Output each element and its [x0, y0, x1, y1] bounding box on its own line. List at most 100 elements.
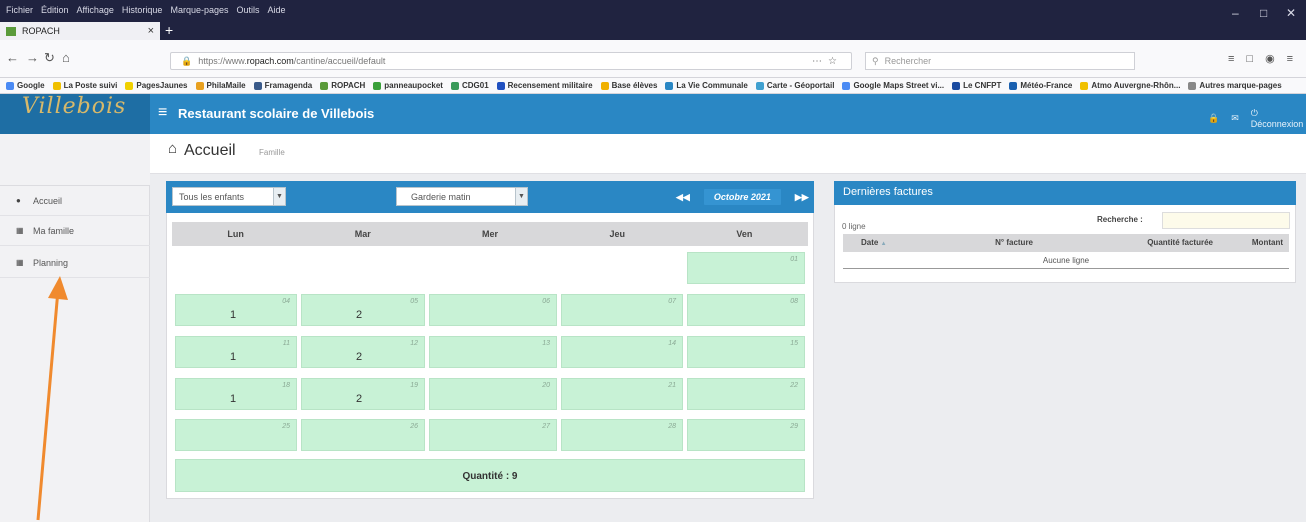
menu-fichier[interactable]: Fichier: [6, 5, 33, 15]
bookmark-item[interactable]: La Poste suivi: [52, 81, 117, 90]
calendar-day-cell[interactable]: 28: [561, 419, 683, 451]
bookmark-item[interactable]: Carte - Géoportail: [755, 81, 834, 90]
sidebar-item-ma-famille[interactable]: ▦ Ma famille: [0, 216, 150, 246]
calendar-day-cell[interactable]: 27: [429, 419, 557, 451]
col-montant[interactable]: Montant: [1213, 234, 1283, 252]
browser-search-input[interactable]: ⚲ Rechercher: [865, 52, 1135, 70]
day-number: 11: [282, 340, 290, 347]
child-select[interactable]: Tous les enfants ▼: [172, 187, 286, 206]
calendar-day-cell[interactable]: 22: [687, 378, 805, 410]
calendar-day-cell[interactable]: 07: [561, 294, 683, 326]
mail-icon[interactable]: ✉: [1231, 113, 1239, 124]
back-icon[interactable]: ←: [6, 50, 19, 65]
calendar-day-cell[interactable]: 08: [687, 294, 805, 326]
day-number: 28: [668, 423, 676, 430]
invoices-table-header: Date ▲ N° facture Quantité facturée Mont…: [843, 234, 1289, 252]
calendar-day-cell[interactable]: 05 2: [301, 294, 425, 326]
new-tab-icon[interactable]: +: [165, 22, 173, 38]
day-number: 29: [790, 423, 798, 430]
calendar-day-cell[interactable]: 12 2: [301, 336, 425, 368]
menu-affichage[interactable]: Affichage: [77, 5, 114, 15]
menu-edition[interactable]: Édition: [41, 5, 69, 15]
tab-close-icon[interactable]: ×: [148, 25, 154, 37]
meal-select-value: Garderie matin: [411, 191, 471, 202]
reload-icon[interactable]: ↻: [44, 50, 55, 66]
app-title: Restaurant scolaire de Villebois: [178, 106, 375, 121]
minimize-icon[interactable]: –: [1232, 6, 1239, 20]
home-nav-icon[interactable]: ⌂: [62, 50, 70, 65]
logo[interactable]: Villebois: [22, 94, 126, 119]
menu-marque-pages[interactable]: Marque-pages: [170, 5, 228, 15]
calendar-day-cell[interactable]: 18 1: [175, 378, 297, 410]
calendar-day-cell[interactable]: 15: [687, 336, 805, 368]
toolbar-icons[interactable]: ≡□◉≡: [1228, 52, 1305, 65]
bookmark-item[interactable]: ROPACH: [320, 81, 365, 90]
meal-select[interactable]: Garderie matin ▼: [396, 187, 528, 206]
close-window-icon[interactable]: ✕: [1286, 6, 1296, 20]
calendar-day-cell[interactable]: 06: [429, 294, 557, 326]
day-number: 06: [542, 298, 550, 305]
bookmark-item[interactable]: Autres marque-pages: [1188, 81, 1282, 90]
bookmark-item[interactable]: PhilaMaile: [195, 81, 246, 90]
lock-user-icon[interactable]: 🔒: [1208, 113, 1219, 124]
calendar-day-cell[interactable]: 11 1: [175, 336, 297, 368]
day-number: 27: [542, 423, 550, 430]
logout-button[interactable]: ⏻ Déconnexion: [1251, 108, 1306, 129]
col-numero[interactable]: N° facture: [923, 234, 1033, 252]
day-number: 14: [668, 340, 676, 347]
maximize-icon[interactable]: □: [1260, 6, 1267, 20]
calendar-day-cell[interactable]: 13: [429, 336, 557, 368]
bookmark-item[interactable]: Atmo Auvergne-Rhôn...: [1080, 81, 1180, 90]
forward-icon[interactable]: →: [26, 50, 39, 65]
bookmark-item[interactable]: panneaupocket: [373, 81, 443, 90]
previous-month-icon[interactable]: ◀◀: [676, 192, 690, 203]
url-bar[interactable]: 🔒 https://www. ropach.com/cantine/accueil…: [170, 52, 852, 70]
next-month-icon[interactable]: ▶▶: [795, 192, 809, 203]
bookmark-item[interactable]: Recensement militaire: [496, 81, 593, 90]
sidebar-item-accueil[interactable]: ● Accueil: [0, 186, 150, 216]
calendar-day-cell[interactable]: 04 1: [175, 294, 297, 326]
sidebar-item-label: Accueil: [33, 195, 63, 206]
calendar-day-cell[interactable]: 14: [561, 336, 683, 368]
invoices-search-label: Recherche :: [1097, 215, 1143, 224]
sidebar-item-planning[interactable]: ▦ Planning: [0, 248, 150, 278]
bookmark-item[interactable]: PagesJaunes: [125, 81, 188, 90]
invoices-title: Dernières factures: [843, 186, 933, 198]
bookmark-item[interactable]: Framagenda: [253, 81, 312, 90]
tab-title: ROPACH: [22, 26, 60, 36]
day-header: Mer: [482, 229, 499, 239]
col-quantite[interactable]: Quantité facturée: [1033, 234, 1213, 252]
dashboard-icon: ●: [16, 196, 21, 205]
calendar-day-cell[interactable]: 26: [301, 419, 425, 451]
menu-toggle-icon[interactable]: ≡: [158, 104, 167, 122]
calendar-day-cell[interactable]: 25: [175, 419, 297, 451]
day-number: 18: [282, 382, 290, 389]
day-number: 25: [282, 423, 290, 430]
calendar-day-cell[interactable]: 01: [687, 252, 805, 284]
bookmark-item[interactable]: Google: [6, 81, 45, 90]
day-number: 15: [790, 340, 798, 347]
bookmark-item[interactable]: La Vie Communale: [665, 81, 748, 90]
bookmarks-bar: Google La Poste suivi PagesJaunes PhilaM…: [0, 78, 1306, 94]
bookmark-item[interactable]: CDG01: [450, 81, 489, 90]
browser-tab[interactable]: ROPACH ×: [0, 22, 160, 40]
col-date[interactable]: Date ▲: [843, 234, 923, 252]
invoices-search-input[interactable]: [1162, 212, 1290, 229]
bookmark-item[interactable]: Google Maps Street vi...: [842, 81, 944, 90]
page-actions-icon[interactable]: ⋯☆: [812, 56, 843, 67]
sort-icon: ▲: [880, 241, 887, 247]
bookmark-item[interactable]: Météo-France: [1009, 81, 1072, 90]
search-icon: ⚲: [872, 55, 879, 66]
calendar-day-cell[interactable]: 19 2: [301, 378, 425, 410]
calendar-day-cell[interactable]: 21: [561, 378, 683, 410]
menu-outils[interactable]: Outils: [237, 5, 260, 15]
bookmark-item[interactable]: Base élèves: [600, 81, 657, 90]
menu-aide[interactable]: Aide: [268, 5, 286, 15]
bookmark-item[interactable]: Le CNFPT: [952, 81, 1001, 90]
calendar-day-cell[interactable]: 20: [429, 378, 557, 410]
url-host: ropach.com: [246, 56, 294, 66]
menu-historique[interactable]: Historique: [122, 5, 163, 15]
day-number: 21: [668, 382, 676, 389]
calendar-day-cell[interactable]: 29: [687, 419, 805, 451]
day-count: 1: [230, 309, 237, 321]
